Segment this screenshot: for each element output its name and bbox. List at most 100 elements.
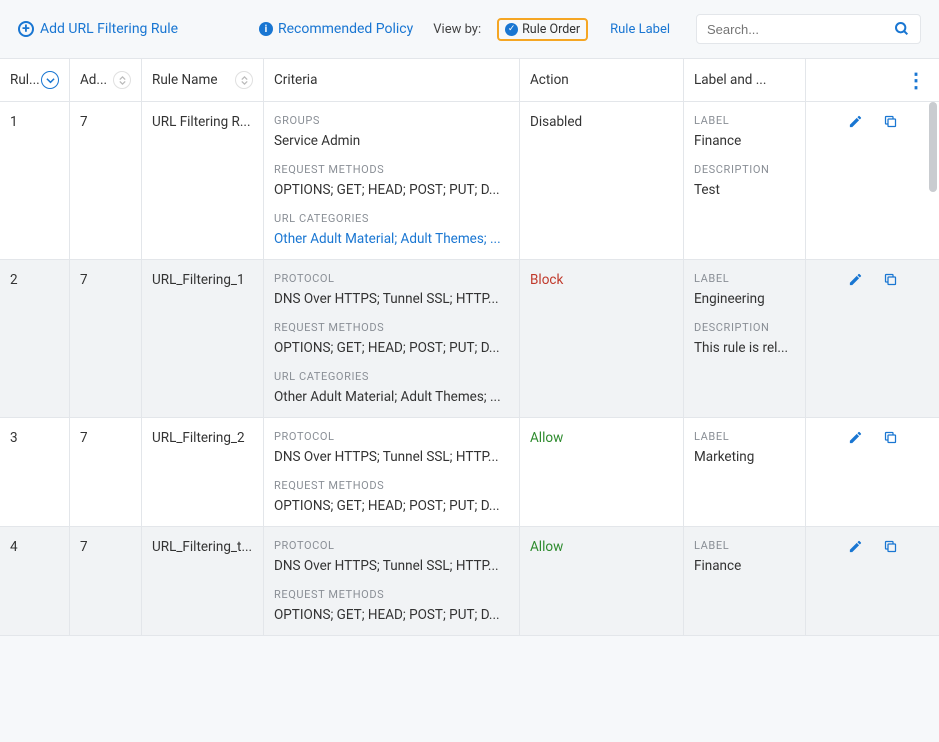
plus-circle-icon: +: [18, 21, 34, 37]
rules-table: Rul... Ad... Rule Name Criteria Action L…: [0, 58, 939, 636]
edit-icon[interactable]: [848, 272, 863, 287]
sort-icon[interactable]: [41, 71, 59, 89]
cell-criteria: PROTOCOL DNS Over HTTPS; Tunnel SSL; HTTP…: [264, 418, 520, 526]
cell-action: Allow: [520, 527, 684, 635]
rule-order-label: Rule Order: [522, 22, 580, 37]
cell-action: Disabled: [520, 102, 684, 259]
label-section-label: LABEL: [694, 539, 795, 552]
cell-row-actions: [806, 102, 939, 259]
column-header-actions: ⋮: [806, 59, 939, 101]
action-value: Block: [530, 272, 563, 288]
label-value: Finance: [694, 558, 795, 574]
scrollbar-thumb[interactable]: [929, 102, 937, 192]
label-section-label: DESCRIPTION: [694, 163, 795, 176]
edit-icon[interactable]: [848, 539, 863, 554]
criteria-value: DNS Over HTTPS; Tunnel SSL; HTTP...: [274, 558, 509, 574]
cell-rule-name: URL Filtering R...: [142, 102, 264, 259]
criteria-value: OPTIONS; GET; HEAD; POST; PUT; D...: [274, 498, 509, 514]
criteria-section-label: REQUEST METHODS: [274, 479, 509, 492]
cell-label: LABEL Finance DESCRIPTION Test: [684, 102, 806, 259]
criteria-value: OPTIONS; GET; HEAD; POST; PUT; D...: [274, 182, 509, 198]
cell-label: LABEL Marketing: [684, 418, 806, 526]
criteria-section-label: URL CATEGORIES: [274, 212, 509, 225]
label-value: Test: [694, 182, 795, 198]
cell-rule-order: 4: [0, 527, 70, 635]
label-value: This rule is rel...: [694, 340, 795, 356]
search-icon[interactable]: [894, 21, 910, 37]
cell-action: Allow: [520, 418, 684, 526]
recommended-policy-link[interactable]: i Recommended Policy: [259, 21, 413, 37]
action-value: Allow: [530, 539, 563, 555]
copy-icon[interactable]: [883, 430, 898, 445]
search-input[interactable]: [707, 22, 894, 37]
column-header-criteria[interactable]: Criteria: [264, 59, 520, 101]
add-rule-label: Add URL Filtering Rule: [40, 21, 178, 37]
label-value: Finance: [694, 133, 795, 149]
criteria-value: DNS Over HTTPS; Tunnel SSL; HTTP...: [274, 449, 509, 465]
label-value: Marketing: [694, 449, 795, 465]
criteria-value: Service Admin: [274, 133, 509, 149]
cell-criteria: PROTOCOL DNS Over HTTPS; Tunnel SSL; HTTP…: [264, 527, 520, 635]
cell-ad: 7: [70, 527, 142, 635]
column-header-rule-name[interactable]: Rule Name: [142, 59, 264, 101]
column-header-action[interactable]: Action: [520, 59, 684, 101]
criteria-section-label: GROUPS: [274, 114, 509, 127]
table-row: 37URL_Filtering_2PROTOCOLDNS Over HTTPS;…: [0, 418, 939, 527]
rule-label-tab[interactable]: Rule Label: [610, 22, 670, 37]
edit-icon[interactable]: [848, 430, 863, 445]
rule-order-pill[interactable]: ✓ Rule Order: [497, 18, 588, 41]
cell-rule-order: 1: [0, 102, 70, 259]
copy-icon[interactable]: [883, 539, 898, 554]
recommended-policy-label: Recommended Policy: [278, 21, 413, 37]
cell-criteria: PROTOCOL DNS Over HTTPS; Tunnel SSL; HTTP…: [264, 260, 520, 417]
search-box[interactable]: [696, 14, 921, 44]
criteria-section-label: REQUEST METHODS: [274, 163, 509, 176]
kebab-menu-icon[interactable]: ⋮: [906, 75, 925, 85]
action-value: Disabled: [530, 114, 582, 130]
criteria-section-label: REQUEST METHODS: [274, 321, 509, 334]
criteria-section-label: PROTOCOL: [274, 272, 509, 285]
cell-rule-name: URL_Filtering_t...: [142, 527, 264, 635]
label-value: Engineering: [694, 291, 795, 307]
criteria-section-label: REQUEST METHODS: [274, 588, 509, 601]
copy-icon[interactable]: [883, 114, 898, 129]
edit-icon[interactable]: [848, 114, 863, 129]
cell-row-actions: [806, 527, 939, 635]
column-header-label[interactable]: Label and ...: [684, 59, 806, 101]
toolbar: + Add URL Filtering Rule i Recommended P…: [0, 0, 939, 58]
cell-ad: 7: [70, 260, 142, 417]
add-rule-link[interactable]: + Add URL Filtering Rule: [18, 21, 178, 37]
cell-row-actions: [806, 260, 939, 417]
criteria-section-label: PROTOCOL: [274, 430, 509, 443]
criteria-value: Other Adult Material; Adult Themes; ...: [274, 389, 509, 405]
copy-icon[interactable]: [883, 272, 898, 287]
cell-label: LABEL Finance: [684, 527, 806, 635]
criteria-value: OPTIONS; GET; HEAD; POST; PUT; D...: [274, 340, 509, 356]
column-header-rule[interactable]: Rul...: [0, 59, 70, 101]
label-section-label: LABEL: [694, 114, 795, 127]
table-row: 17URL Filtering R... GROUPS Service Admin R…: [0, 102, 939, 260]
cell-criteria: GROUPS Service Admin REQUEST METHODS OPTION…: [264, 102, 520, 259]
info-icon: i: [259, 22, 273, 36]
label-section-label: LABEL: [694, 430, 795, 443]
action-value: Allow: [530, 430, 563, 446]
criteria-value[interactable]: Other Adult Material; Adult Themes; ...: [274, 231, 509, 247]
sort-icon[interactable]: [113, 71, 131, 89]
cell-ad: 7: [70, 418, 142, 526]
cell-action: Block: [520, 260, 684, 417]
column-header-ad[interactable]: Ad...: [70, 59, 142, 101]
check-circle-icon: ✓: [505, 23, 518, 36]
label-section-label: DESCRIPTION: [694, 321, 795, 334]
table-body: 17URL Filtering R...GROUPSService AdminR…: [0, 102, 939, 636]
scrollbar[interactable]: [929, 102, 937, 742]
cell-row-actions: [806, 418, 939, 526]
cell-ad: 7: [70, 102, 142, 259]
criteria-value: DNS Over HTTPS; Tunnel SSL; HTTP...: [274, 291, 509, 307]
criteria-section-label: PROTOCOL: [274, 539, 509, 552]
cell-rule-order: 3: [0, 418, 70, 526]
criteria-value: OPTIONS; GET; HEAD; POST; PUT; D...: [274, 607, 509, 623]
table-row: 27URL_Filtering_1PROTOCOLDNS Over HTTPS;…: [0, 260, 939, 418]
cell-label: LABEL Engineering DESCRIPTION This rule is …: [684, 260, 806, 417]
label-section-label: LABEL: [694, 272, 795, 285]
sort-icon[interactable]: [235, 71, 253, 89]
